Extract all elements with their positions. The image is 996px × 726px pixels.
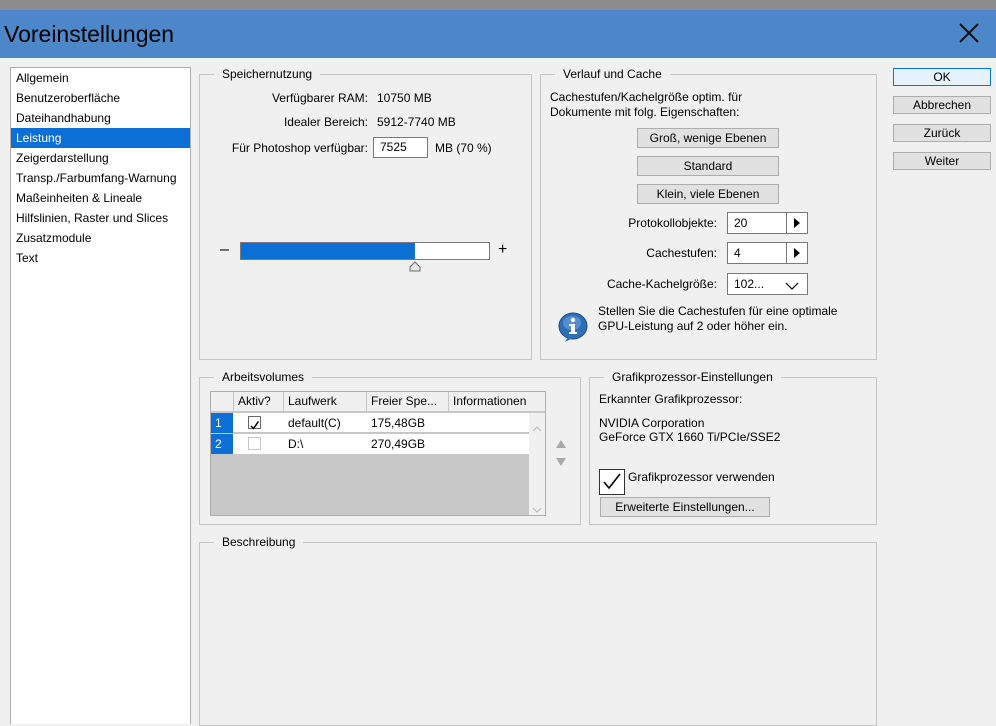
description-group: Beschreibung <box>199 534 877 726</box>
advanced-settings-button[interactable]: Erweiterte Einstellungen... <box>600 497 770 517</box>
scratch-disks-table: Aktiv? Laufwerk Freier Spe... Informatio… <box>210 391 546 516</box>
nav-item-hilfslinien[interactable]: Hilfslinien, Raster und Slices <box>11 208 190 228</box>
gpu-settings-group: Grafikprozessor-Einstellungen Erkannter … <box>589 369 877 525</box>
scratch-disks-group: Arbeitsvolumes Aktiv? Laufwerk Freier Sp… <box>199 369 581 525</box>
scratch-disks-legend: Arbeitsvolumes <box>214 369 313 385</box>
next-button[interactable]: Weiter <box>893 152 991 170</box>
nav-item-leistung[interactable]: Leistung <box>11 128 190 148</box>
row-active-cell <box>233 434 284 454</box>
history-states-input[interactable]: 20 <box>727 212 787 234</box>
detected-gpu-label: Erkannter Grafikprozessor: <box>599 392 743 406</box>
large-few-layers-button[interactable]: Groß, wenige Ebenen <box>637 128 779 148</box>
cache-optimize-text-1: Cachestufen/Kachelgröße optim. für <box>550 90 743 104</box>
memory-slider-thumb[interactable] <box>409 261 421 272</box>
photoshop-memory-unit: MB (70 %) <box>435 141 492 155</box>
nav-item-zeigerdarstellung[interactable]: Zeigerdarstellung <box>11 148 190 168</box>
top-strip <box>0 0 996 10</box>
row-info <box>449 434 529 454</box>
ideal-range-value: 5912-7740 MB <box>377 115 456 129</box>
close-icon[interactable] <box>956 20 982 46</box>
ok-button[interactable]: OK <box>893 68 991 86</box>
history-cache-group: Verlauf und Cache Cachestufen/Kachelgröß… <box>540 66 877 360</box>
cache-levels-label: Cachestufen: <box>646 246 717 260</box>
memory-slider-track[interactable] <box>240 242 490 260</box>
active-checkbox[interactable] <box>248 437 261 450</box>
chevron-down-icon <box>785 278 799 298</box>
reset-button[interactable]: Zurück <box>893 124 991 142</box>
cache-tile-size-select[interactable]: 102... <box>727 273 808 295</box>
cache-optimize-text-2: Dokumente mit folg. Eigenschaften: <box>550 105 740 119</box>
table-corner <box>211 392 234 412</box>
small-many-layers-button[interactable]: Klein, viele Ebenen <box>637 184 779 204</box>
gpu-hint-text-2: GPU-Leistung auf 2 oder höher ein. <box>598 319 788 333</box>
gpu-settings-legend: Grafikprozessor-Einstellungen <box>604 369 781 385</box>
row-info <box>449 413 529 433</box>
nav-item-text[interactable]: Text <box>11 248 190 268</box>
use-gpu-label[interactable]: Grafikprozessor verwenden <box>628 470 775 484</box>
nav-item-dateihandhabung[interactable]: Dateihandhabung <box>11 108 190 128</box>
title-bar: Voreinstellungen <box>0 10 996 58</box>
default-button[interactable]: Standard <box>637 156 779 176</box>
info-icon <box>557 311 589 343</box>
photoshop-available-label: Für Photoshop verfügbar: <box>231 141 368 155</box>
column-header-free-space[interactable]: Freier Spe... <box>367 392 449 412</box>
cache-tile-size-value: 102... <box>734 277 765 291</box>
column-header-drive[interactable]: Laufwerk <box>284 392 367 412</box>
cache-levels-input[interactable]: 4 <box>727 242 787 264</box>
history-states-stepper[interactable] <box>786 212 808 234</box>
nav-item-zusatzmodule[interactable]: Zusatzmodule <box>11 228 190 248</box>
row-drive: D:\ <box>284 434 367 454</box>
column-header-info[interactable]: Informationen <box>449 392 545 412</box>
row-drive: default(C) <box>284 413 367 433</box>
memory-increase[interactable]: + <box>498 241 507 259</box>
memory-group: Speichernutzung Verfügbarer RAM: 10750 M… <box>199 66 532 360</box>
move-up-icon[interactable] <box>555 438 567 452</box>
column-header-active[interactable]: Aktiv? <box>234 392 284 412</box>
scroll-down-icon[interactable] <box>532 503 542 515</box>
memory-decrease[interactable]: – <box>220 241 229 259</box>
nav-item-transparenz[interactable]: Transp./Farbumfang-Warnung <box>11 168 190 188</box>
ideal-range-label: Idealer Bereich: <box>283 115 368 129</box>
row-free-space: 270,49GB <box>367 434 449 454</box>
cache-tile-size-label: Cache-Kachelgröße: <box>606 277 717 291</box>
gpu-model: GeForce GTX 1660 Ti/PCIe/SSE2 <box>599 430 781 444</box>
row-active-cell <box>233 413 284 433</box>
nav-item-masseinheiten[interactable]: Maßeinheiten & Lineale <box>11 188 190 208</box>
scroll-up-icon[interactable] <box>532 421 542 435</box>
description-legend: Beschreibung <box>214 534 304 550</box>
history-cache-legend: Verlauf und Cache <box>555 66 670 82</box>
available-ram-label: Verfügbarer RAM: <box>271 91 368 105</box>
use-gpu-checkbox[interactable] <box>599 469 625 495</box>
memory-legend: Speichernutzung <box>214 66 321 82</box>
row-number: 1 <box>211 413 233 433</box>
active-checkbox[interactable] <box>248 416 261 430</box>
gpu-vendor: NVIDIA Corporation <box>599 416 705 430</box>
move-down-icon[interactable] <box>555 456 567 470</box>
table-scrollbar[interactable] <box>529 413 545 515</box>
photoshop-memory-input[interactable]: 7525 <box>373 137 428 158</box>
nav-item-benutzeroberflaeche[interactable]: Benutzeroberfläche <box>11 88 190 108</box>
cache-levels-stepper[interactable] <box>786 242 808 264</box>
available-ram-value: 10750 MB <box>377 91 432 105</box>
category-list: Allgemein Benutzeroberfläche Dateihandha… <box>10 67 191 724</box>
nav-item-allgemein[interactable]: Allgemein <box>11 68 190 88</box>
history-states-label: Protokollobjekte: <box>628 216 717 230</box>
cancel-button[interactable]: Abbrechen <box>893 96 991 114</box>
window-title: Voreinstellungen <box>4 21 175 47</box>
row-free-space: 175,48GB <box>367 413 449 433</box>
memory-slider-fill <box>241 243 415 259</box>
row-number: 2 <box>211 434 233 454</box>
gpu-hint-text-1: Stellen Sie die Cachestufen für eine opt… <box>598 304 838 318</box>
